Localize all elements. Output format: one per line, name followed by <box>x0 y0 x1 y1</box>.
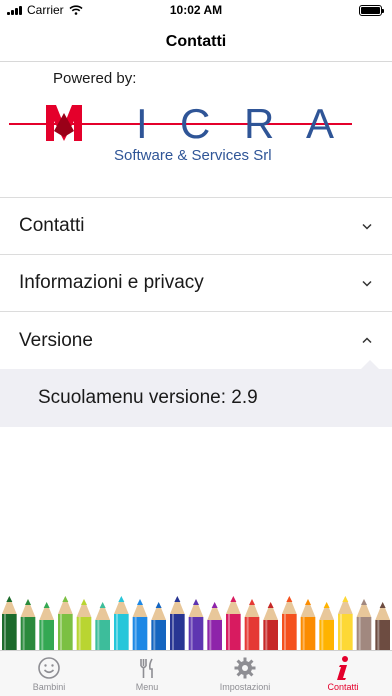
chevron-down-icon <box>361 220 373 232</box>
tab-label: Impostazioni <box>219 682 271 692</box>
chevron-up-icon <box>361 335 373 347</box>
info-icon <box>330 655 356 681</box>
logo-letter-i: I <box>136 100 148 147</box>
smiley-face-icon <box>36 655 62 681</box>
logo-letter-m: M <box>86 91 87 92</box>
powered-by-label: Powered by: <box>53 70 137 87</box>
accordion-label: Contatti <box>19 215 85 236</box>
version-text: Scuolamenu versione: 2.9 <box>38 387 258 408</box>
tab-impostazioni[interactable]: Impostazioni <box>196 651 294 696</box>
fork-knife-icon <box>134 655 160 681</box>
tab-menu[interactable]: Menu <box>98 651 196 696</box>
tab-bar: Bambini Menu Impostazioni Contatti <box>0 650 392 696</box>
logo-subtitle: Software & Services Srl <box>114 147 272 164</box>
tab-label: Menu <box>135 682 159 692</box>
accordion-row-contatti[interactable]: Contatti <box>0 198 392 255</box>
version-detail-panel: Scuolamenu versione: 2.9 <box>0 360 392 427</box>
tab-contatti[interactable]: Contatti <box>294 651 392 696</box>
accordion-row-versione[interactable]: Versione <box>0 312 392 369</box>
logo-letter-c: C <box>180 100 210 147</box>
battery-fill <box>361 7 380 14</box>
chevron-down-icon <box>361 277 373 289</box>
detail-notch <box>360 360 380 370</box>
logo-letter-a: A <box>306 100 334 147</box>
logo-area: Powered by: I C R A M Software & Service… <box>0 63 392 197</box>
navigation-bar: Contatti <box>0 22 392 62</box>
accordion-label: Informazioni e privacy <box>19 272 204 293</box>
logo-letter-r: R <box>244 100 274 147</box>
gear-icon <box>232 655 258 681</box>
tab-label: Bambini <box>32 682 66 692</box>
accordion-label: Versione <box>19 329 93 351</box>
micra-logo: I C R A M <box>9 91 352 147</box>
accordion-row-informazioni-privacy[interactable]: Informazioni e privacy <box>0 255 392 312</box>
tab-bambini[interactable]: Bambini <box>0 651 98 696</box>
status-time: 10:02 AM <box>169 3 223 17</box>
page-title: Contatti <box>165 32 227 50</box>
status-bar: Carrier 10:02 AM <box>0 0 392 22</box>
battery-icon <box>359 5 384 16</box>
tab-label: Contatti <box>327 682 359 692</box>
info-accordion: Contatti Informazioni e privacy Versione… <box>0 197 392 427</box>
